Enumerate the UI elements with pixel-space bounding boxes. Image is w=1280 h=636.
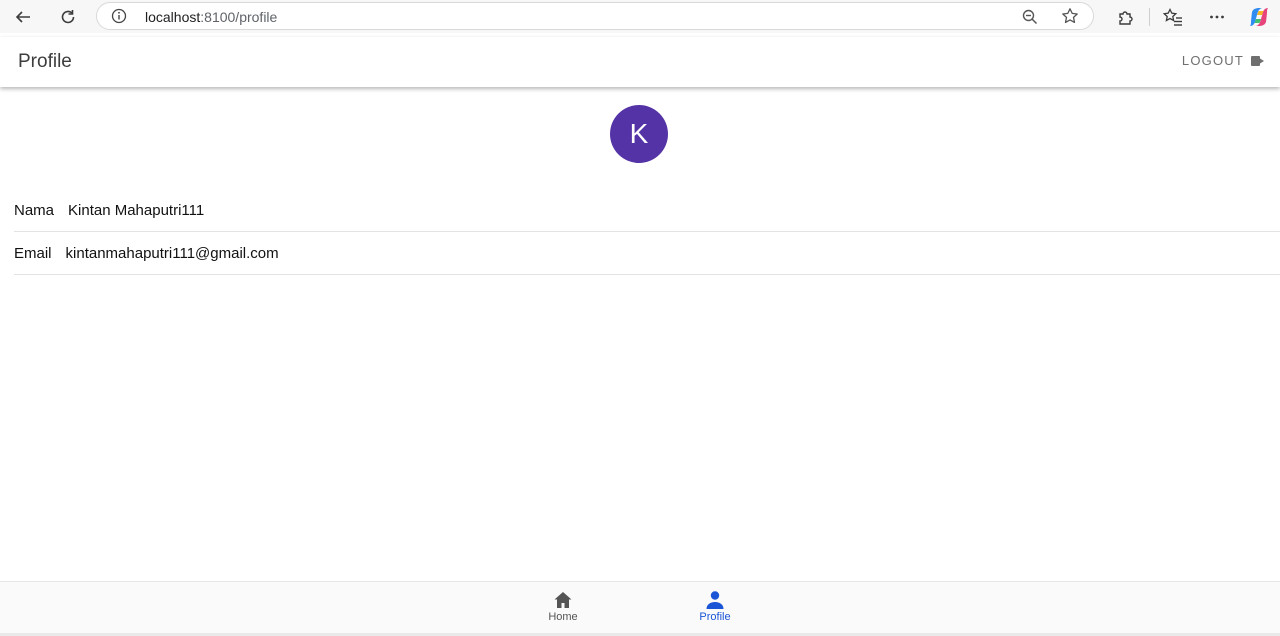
more-menu-button[interactable] — [1204, 4, 1230, 30]
app-header: Profile LOGOUT — [0, 37, 1280, 87]
logout-label: LOGOUT — [1181, 53, 1244, 68]
site-info-icon[interactable] — [111, 8, 127, 29]
field-label: Email — [14, 244, 52, 262]
url-host: localhost — [145, 9, 201, 25]
avatar: K — [610, 105, 668, 163]
extensions-button[interactable] — [1112, 4, 1138, 30]
tab-home[interactable]: Home — [533, 590, 593, 623]
page-title: Profile — [18, 51, 72, 72]
field-value: kintanmahaputri111@gmail.com — [65, 244, 279, 262]
tab-label: Profile — [699, 611, 731, 623]
home-icon — [533, 590, 593, 610]
reload-button[interactable] — [55, 4, 81, 30]
bottom-tab-bar: Home Profile — [0, 581, 1280, 634]
favorites-list-icon — [1163, 8, 1182, 26]
address-bar[interactable]: localhost:8100/profile — [96, 2, 1094, 30]
logout-button[interactable]: LOGOUT — [1182, 53, 1266, 68]
copilot-button[interactable] — [1246, 4, 1272, 30]
tab-label: Home — [548, 611, 578, 623]
back-arrow-icon — [15, 11, 30, 23]
person-icon — [685, 590, 745, 610]
field-label: Nama — [14, 201, 55, 219]
tab-profile[interactable]: Profile — [685, 590, 745, 623]
copilot-icon — [1250, 8, 1268, 26]
profile-field-email: Email kintanmahaputri111@gmail.com — [14, 232, 1280, 275]
url-text: localhost:8100/profile — [145, 9, 277, 25]
logout-icon — [1251, 55, 1264, 66]
reload-icon — [61, 10, 75, 24]
ellipsis-icon — [1210, 15, 1224, 19]
favorites-button[interactable] — [1160, 4, 1186, 30]
browser-toolbar: localhost:8100/profile — [0, 0, 1280, 33]
favorite-star-icon[interactable] — [1061, 7, 1079, 30]
puzzle-icon — [1119, 11, 1133, 25]
zoom-out-icon[interactable] — [1021, 8, 1039, 31]
toolbar-separator — [1149, 8, 1150, 26]
avatar-initial: K — [629, 118, 649, 149]
profile-field-nama: Nama Kintan Mahaputri111 — [14, 189, 1280, 232]
url-path: :8100/profile — [200, 9, 278, 25]
back-button[interactable] — [10, 4, 36, 30]
field-value: Kintan Mahaputri111 — [68, 201, 205, 219]
